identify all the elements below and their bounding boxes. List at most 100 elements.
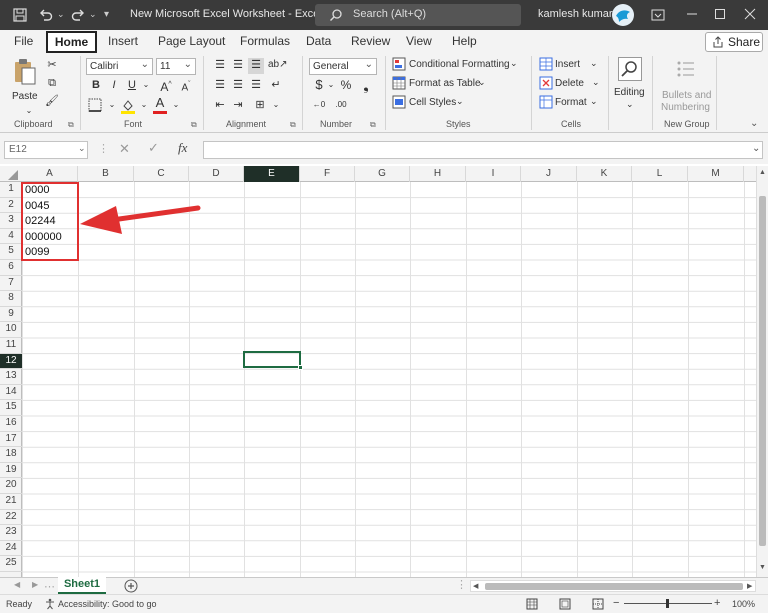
delete-dropdown-icon[interactable]: ⌄: [592, 77, 600, 88]
user-name[interactable]: kamlesh kumar: [538, 8, 613, 20]
formula-input[interactable]: [203, 141, 763, 159]
column-header-h[interactable]: H: [410, 166, 466, 182]
maximize-icon[interactable]: [714, 8, 726, 20]
row-header-3[interactable]: 3: [0, 213, 22, 229]
accessibility-status[interactable]: Accessibility: Good to go: [58, 599, 157, 609]
increase-decimal-icon[interactable]: ←0: [311, 98, 327, 114]
name-box[interactable]: E12: [4, 141, 88, 159]
row-header-4[interactable]: 4: [0, 229, 22, 245]
row-header-12[interactable]: 12: [0, 353, 22, 370]
spreadsheet-grid[interactable]: ABCDEFGHIJKLM 1 2 3 4 5 6 7 8 9 10 11 12 13 14 15 16 17 1…: [0, 166, 768, 577]
row-header-25[interactable]: 25: [0, 556, 22, 572]
bullets-numbering-button[interactable]: Bullets and Numbering: [656, 57, 716, 115]
row-header-13[interactable]: 13: [0, 369, 22, 385]
tab-formulas[interactable]: Formulas: [240, 34, 290, 48]
column-header-i[interactable]: I: [466, 166, 521, 182]
delete-cells-button[interactable]: Delete: [555, 78, 584, 89]
minimize-icon[interactable]: [686, 8, 698, 20]
horizontal-scrollbar[interactable]: ◀ ▶: [470, 580, 756, 592]
align-middle-icon[interactable]: ☰: [230, 58, 246, 74]
row-header-14[interactable]: 14: [0, 385, 22, 401]
wrap-text-icon[interactable]: ↵: [268, 78, 284, 94]
column-header-m[interactable]: M: [688, 166, 744, 182]
normal-view-icon[interactable]: [526, 598, 538, 610]
column-header-j[interactable]: J: [521, 166, 577, 182]
row-header-16[interactable]: 16: [0, 416, 22, 432]
column-header-g[interactable]: G: [355, 166, 410, 182]
scroll-up-icon[interactable]: ▲: [759, 169, 766, 176]
column-header-f[interactable]: F: [300, 166, 355, 182]
orientation-icon[interactable]: ab↗: [268, 58, 288, 74]
zoom-slider[interactable]: [624, 599, 712, 608]
fill-handle[interactable]: [298, 365, 303, 370]
row-header-19[interactable]: 19: [0, 463, 22, 479]
format-cells-button[interactable]: Format: [555, 97, 587, 108]
font-name-select[interactable]: Calibri: [86, 57, 153, 75]
add-sheet-icon[interactable]: [124, 579, 138, 593]
font-launcher-icon[interactable]: ⧉: [191, 120, 197, 130]
scroll-left-icon[interactable]: ◀: [473, 582, 478, 590]
format-as-table-button[interactable]: Format as Table: [409, 78, 481, 89]
row-header-24[interactable]: 24: [0, 541, 22, 557]
align-center-icon[interactable]: ☰: [230, 78, 246, 94]
paste-button[interactable]: Paste: [8, 58, 42, 108]
undo-dropdown-icon[interactable]: ⌄: [57, 9, 65, 20]
alignment-launcher-icon[interactable]: ⧉: [290, 120, 296, 130]
align-left-icon[interactable]: ☰: [212, 78, 228, 94]
align-top-icon[interactable]: ☰: [212, 58, 228, 74]
format-dropdown-icon[interactable]: ⌄: [590, 96, 598, 107]
decrease-decimal-icon[interactable]: .00: [333, 98, 349, 114]
zoom-level[interactable]: 100%: [732, 599, 755, 609]
confirm-entry-icon[interactable]: ✓: [148, 140, 159, 156]
number-format-select[interactable]: General: [309, 57, 377, 75]
borders-dropdown-icon[interactable]: ⌄: [104, 98, 120, 114]
customize-toolbar-icon[interactable]: ▾: [104, 9, 109, 20]
row-header-8[interactable]: 8: [0, 291, 22, 307]
font-color-dropdown-icon[interactable]: ⌄: [168, 98, 184, 114]
tab-insert[interactable]: Insert: [108, 34, 138, 48]
tab-home[interactable]: Home: [46, 31, 97, 53]
column-header-b[interactable]: B: [78, 166, 134, 182]
select-all-icon[interactable]: [8, 170, 18, 180]
column-header-l[interactable]: L: [632, 166, 688, 182]
comma-style-icon[interactable]: ❟: [358, 78, 374, 94]
row-header-6[interactable]: 6: [0, 260, 22, 276]
search-box[interactable]: Search (Alt+Q): [315, 4, 521, 26]
fill-color-icon[interactable]: [120, 98, 136, 114]
row-header-9[interactable]: 9: [0, 307, 22, 323]
collapse-ribbon-icon[interactable]: ⌄: [750, 118, 758, 129]
zoom-slider-thumb[interactable]: [666, 599, 669, 608]
scroll-down-icon[interactable]: ▼: [759, 564, 766, 571]
row-header-23[interactable]: 23: [0, 525, 22, 541]
row-header-5[interactable]: 5: [0, 244, 22, 260]
editing-button[interactable]: Editing ⌄: [614, 57, 646, 119]
horizontal-scroll-thumb[interactable]: [485, 583, 743, 590]
prev-sheet-icon[interactable]: ◀: [14, 580, 20, 589]
row-header-11[interactable]: 11: [0, 338, 22, 354]
increase-indent-icon[interactable]: ⇥: [230, 98, 246, 114]
row-header-17[interactable]: 17: [0, 432, 22, 448]
align-bottom-icon[interactable]: ☰: [248, 58, 264, 74]
currency-dropdown-icon[interactable]: ⌄: [323, 78, 339, 94]
underline-dropdown-icon[interactable]: ⌄: [138, 78, 154, 94]
undo-icon[interactable]: [38, 7, 54, 23]
row-header-18[interactable]: 18: [0, 447, 22, 463]
row-header-20[interactable]: 20: [0, 478, 22, 494]
fill-dropdown-icon[interactable]: ⌄: [136, 98, 152, 114]
row-header-7[interactable]: 7: [0, 276, 22, 292]
decrease-indent-icon[interactable]: ⇤: [212, 98, 228, 114]
page-layout-view-icon[interactable]: [559, 598, 571, 610]
column-header-a[interactable]: A: [22, 166, 78, 182]
increase-font-icon[interactable]: A^: [158, 78, 174, 94]
row-header-21[interactable]: 21: [0, 494, 22, 510]
font-size-select[interactable]: 11: [156, 57, 196, 75]
share-button[interactable]: Share: [705, 32, 763, 52]
percent-icon[interactable]: %: [338, 78, 354, 94]
clipboard-launcher-icon[interactable]: ⧉: [68, 120, 74, 130]
insert-cells-button[interactable]: Insert: [555, 59, 580, 70]
close-icon[interactable]: [744, 8, 756, 20]
scroll-right-icon[interactable]: ▶: [747, 582, 752, 590]
copy-icon[interactable]: ⧉: [44, 76, 60, 92]
column-header-k[interactable]: K: [577, 166, 632, 182]
sheet-options-icon[interactable]: ⋯: [44, 580, 55, 593]
